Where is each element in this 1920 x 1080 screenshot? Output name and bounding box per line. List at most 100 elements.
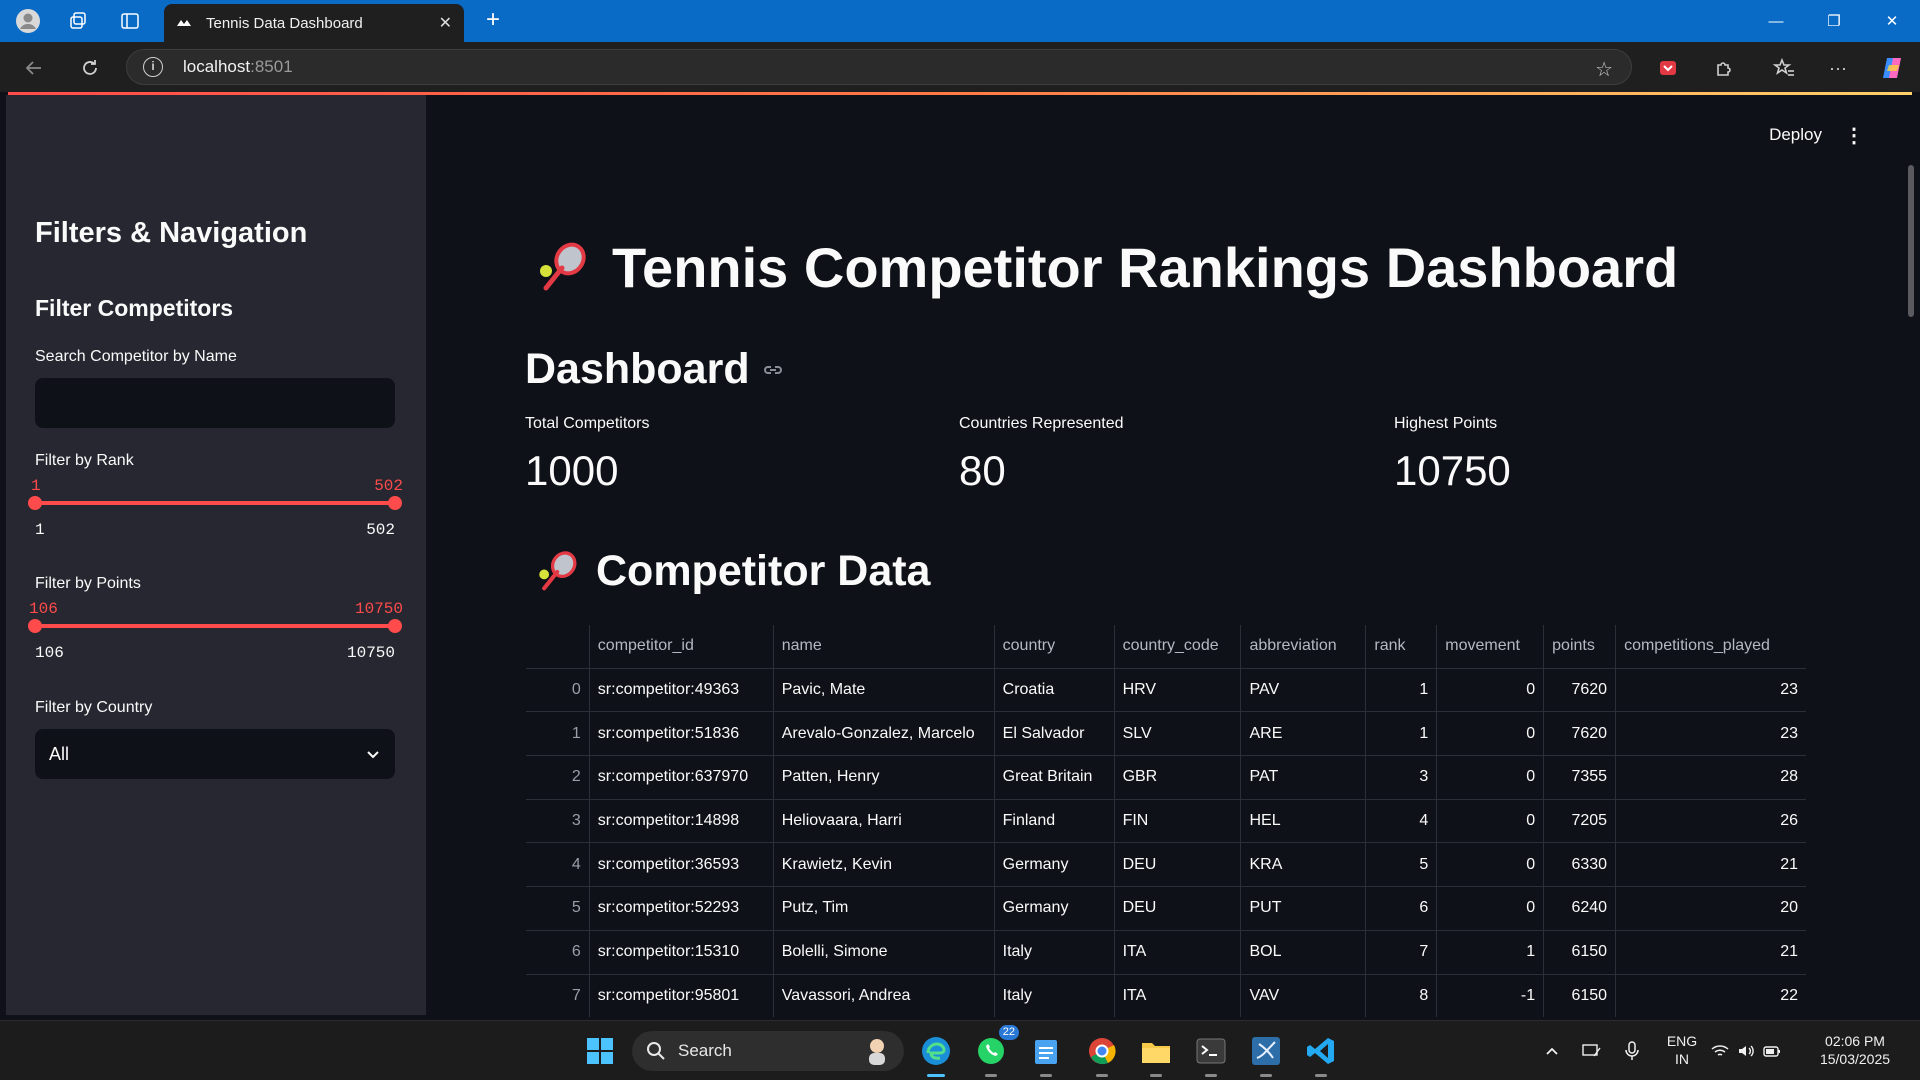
table-cell[interactable]: 7 [1365,930,1438,975]
table-cell[interactable]: Arevalo-Gonzalez, Marcelo [773,711,995,757]
competitor-data-table[interactable]: competitor_id name country country_code … [525,624,1807,1019]
country-select[interactable]: All [35,729,395,779]
microphone-icon[interactable] [1612,1031,1652,1071]
column-header[interactable]: country_code [1114,625,1242,669]
more-menu-icon[interactable]: ··· [1822,52,1854,84]
table-cell[interactable]: PAV [1240,668,1367,713]
minimize-icon[interactable]: — [1748,0,1804,42]
table-cell[interactable]: Bolelli, Simone [773,930,995,975]
row-index-cell[interactable]: 7 [526,974,590,1018]
points-max-handle[interactable] [388,619,402,633]
table-cell[interactable]: sr:competitor:15310 [589,930,774,975]
app-menu-icon[interactable]: ⋮ [1842,123,1866,147]
edge-browser-icon[interactable] [916,1031,956,1077]
table-row[interactable]: 3 sr:competitor:14898 Heliovaara, Harri Fin… [526,799,1806,844]
language-indicator[interactable]: ENG IN [1660,1032,1704,1068]
table-cell[interactable]: Pavic, Mate [773,668,995,713]
table-cell[interactable]: HRV [1114,668,1242,713]
table-cell[interactable]: 7205 [1543,799,1617,844]
table-cell[interactable]: 6150 [1543,930,1617,975]
whatsapp-icon[interactable]: 22 [971,1025,1019,1077]
column-header[interactable]: competitor_id [589,625,774,669]
table-cell[interactable]: PAT [1240,755,1367,800]
site-info-icon[interactable]: i [143,57,163,77]
table-cell[interactable]: 0 [1436,842,1545,888]
table-cell[interactable]: sr:competitor:36593 [589,842,774,888]
column-header[interactable]: rank [1365,625,1438,669]
tab-actions-icon[interactable] [116,7,144,35]
terminal-icon[interactable] [1191,1031,1231,1077]
points-range-slider[interactable]: 106 10750 106 10750 [28,600,403,662]
table-cell[interactable]: 0 [1436,755,1545,800]
table-cell[interactable]: KRA [1240,842,1367,888]
table-cell[interactable]: -1 [1436,974,1545,1018]
table-cell[interactable]: 21 [1615,930,1806,975]
table-cell[interactable]: Great Britain [994,755,1115,800]
sql-tool-icon[interactable] [1246,1031,1286,1077]
table-cell[interactable]: sr:competitor:95801 [589,974,774,1018]
show-hidden-icons-chevron-up-icon[interactable] [1532,1031,1572,1071]
table-cell[interactable]: 21 [1615,842,1806,888]
table-row[interactable]: 6 sr:competitor:15310 Bolelli, Simone Italy… [526,930,1806,975]
table-cell[interactable]: Germany [994,842,1115,888]
table-cell[interactable]: 6150 [1543,974,1617,1018]
table-cell[interactable]: El Salvador [994,711,1115,757]
profile-avatar-icon[interactable] [14,7,42,35]
table-cell[interactable]: Croatia [994,668,1115,713]
table-cell[interactable]: Finland [994,799,1115,844]
table-cell[interactable]: DEU [1114,842,1242,888]
row-index-cell[interactable]: 3 [526,799,590,844]
table-cell[interactable]: 28 [1615,755,1806,800]
file-explorer-icon[interactable] [1136,1031,1176,1077]
table-cell[interactable]: 1 [1365,711,1438,757]
table-cell[interactable]: VAV [1240,974,1367,1018]
column-header[interactable]: competitions_played [1615,625,1806,669]
anchor-link-icon[interactable] [762,359,784,381]
table-cell[interactable]: 22 [1615,974,1806,1018]
table-row[interactable]: 4 sr:competitor:36593 Krawietz, Kevin Germa… [526,842,1806,888]
column-header[interactable]: country [994,625,1115,669]
new-tab-icon[interactable]: + [478,6,508,36]
table-cell[interactable]: 20 [1615,886,1806,931]
main-scrollbar[interactable] [1908,165,1914,317]
table-row[interactable]: 2 sr:competitor:637970 Patten, Henry Great … [526,755,1806,800]
rank-range-slider[interactable]: 1 502 1 502 [28,477,403,539]
column-header[interactable]: name [773,625,995,669]
table-cell[interactable]: 0 [1436,886,1545,931]
restore-icon[interactable]: ❐ [1806,0,1862,42]
table-cell[interactable]: 3 [1365,755,1438,800]
table-cell[interactable]: 6 [1365,886,1438,931]
pocket-extension-icon[interactable] [1652,52,1684,84]
notepad-icon[interactable] [1026,1031,1066,1077]
chrome-icon[interactable] [1082,1031,1122,1077]
rank-max-handle[interactable] [388,496,402,510]
table-cell[interactable]: Krawietz, Kevin [773,842,995,888]
table-cell[interactable]: sr:competitor:637970 [589,755,774,800]
reload-icon[interactable] [74,52,106,84]
table-cell[interactable]: ITA [1114,974,1242,1018]
table-cell[interactable]: SLV [1114,711,1242,757]
table-cell[interactable]: 4 [1365,799,1438,844]
table-cell[interactable]: GBR [1114,755,1242,800]
row-index-cell[interactable]: 4 [526,842,590,888]
table-cell[interactable]: Vavassori, Andrea [773,974,995,1018]
table-cell[interactable]: 7355 [1543,755,1617,800]
table-cell[interactable]: Italy [994,930,1115,975]
table-cell[interactable]: Germany [994,886,1115,931]
workspaces-icon[interactable] [64,7,92,35]
table-cell[interactable]: DEU [1114,886,1242,931]
row-index-cell[interactable]: 6 [526,930,590,975]
table-cell[interactable]: 23 [1615,668,1806,713]
points-min-handle[interactable] [28,619,42,633]
table-cell[interactable]: 0 [1436,668,1545,713]
table-cell[interactable]: 6240 [1543,886,1617,931]
table-cell[interactable]: 1 [1436,930,1545,975]
column-header[interactable]: abbreviation [1240,625,1367,669]
table-cell[interactable]: FIN [1114,799,1242,844]
table-row[interactable]: 7 sr:competitor:95801 Vavassori, Andrea Ita… [526,974,1806,1018]
deploy-button[interactable]: Deploy [1769,125,1822,145]
column-header[interactable]: movement [1436,625,1545,669]
system-status-group[interactable] [1706,1031,1786,1071]
favorite-star-icon[interactable]: ☆ [1595,57,1613,82]
taskbar-search[interactable]: Search [632,1031,904,1071]
